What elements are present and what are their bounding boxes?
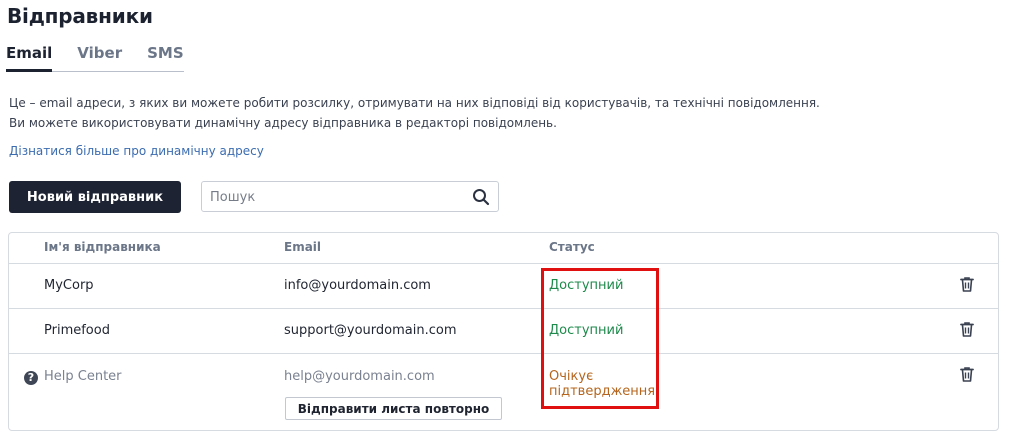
trash-icon[interactable] <box>958 275 976 293</box>
column-header-status: Статус <box>549 240 595 254</box>
table-row: ? Help Center help@yourdomain.com Очікує… <box>9 353 998 431</box>
status-badge: Очікує підтвердження <box>549 369 655 399</box>
search-box <box>201 181 499 212</box>
sender-email: help@yourdomain.com <box>284 369 435 384</box>
table-row: Primefood support@yourdomain.com Доступн… <box>9 308 998 354</box>
status-badge: Доступний <box>549 323 624 338</box>
senders-table: Ім'я відправника Email Статус MyCorp inf… <box>8 232 999 431</box>
trash-icon[interactable] <box>958 320 976 338</box>
dynamic-address-link[interactable]: Дізнатися більше про динамічну адресу <box>9 142 264 160</box>
page-title: Відправники <box>7 4 153 28</box>
description-line-2: Ви можете використовувати динамічну адре… <box>9 116 557 130</box>
help-icon[interactable]: ? <box>24 371 38 385</box>
status-line-2: підтвердження <box>549 384 656 399</box>
senders-page: Відправники Email Viber SMS Це – email а… <box>0 0 1012 442</box>
tab-email[interactable]: Email <box>6 44 53 72</box>
status-line-1: Очікує <box>549 369 594 384</box>
sender-name: MyCorp <box>44 278 94 293</box>
search-icon[interactable] <box>472 188 490 206</box>
sender-email: support@yourdomain.com <box>284 323 457 338</box>
column-header-name: Ім'я відправника <box>44 240 161 254</box>
status-badge: Доступний <box>549 278 624 293</box>
sender-name: Help Center <box>44 369 122 384</box>
column-header-email: Email <box>284 240 322 254</box>
trash-icon[interactable] <box>958 365 976 383</box>
search-input[interactable] <box>210 187 460 207</box>
new-sender-button[interactable]: Новий відправник <box>9 181 181 213</box>
tab-viber[interactable]: Viber <box>77 44 122 71</box>
sender-email: info@yourdomain.com <box>284 278 431 293</box>
tab-sms[interactable]: SMS <box>147 44 184 71</box>
channel-tabs: Email Viber SMS <box>6 44 184 72</box>
description: Це – email адреси, з яких ви можете роби… <box>9 93 820 133</box>
sender-name: Primefood <box>44 323 110 338</box>
table-row: MyCorp info@yourdomain.com Доступний <box>9 263 998 309</box>
description-line-1: Це – email адреси, з яких ви можете роби… <box>9 96 820 110</box>
resend-email-button[interactable]: Відправити листа повторно <box>285 397 502 420</box>
